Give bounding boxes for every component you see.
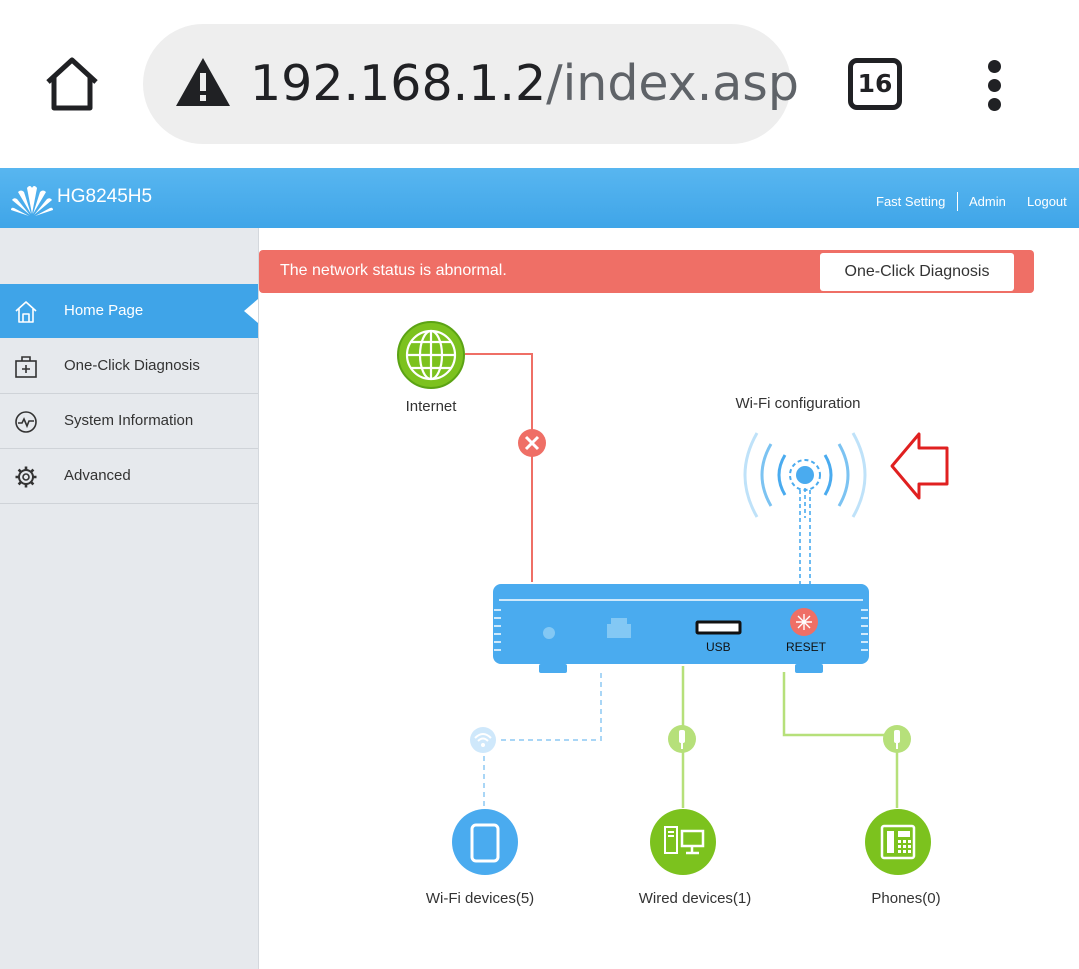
sidebar-item-label: System Information [64,412,194,429]
home-icon [15,301,37,323]
sidebar-item-one-click-diagnosis[interactable]: One-Click Diagnosis [0,339,258,394]
sidebar-item-label: Home Page [64,302,144,319]
tab-switcher-button[interactable]: 16 [848,58,902,110]
header-divider [957,192,958,211]
admin-link[interactable]: Admin [969,194,1006,209]
sidebar: Home Page One-Click Diagnosis System Inf… [0,228,259,969]
wired-plug-icon [668,725,696,753]
internet-link-line [465,353,533,582]
sidebar-item-home-page[interactable]: Home Page [0,284,258,338]
network-topology-diagram [397,321,949,875]
phones-label[interactable]: Phones(0) [871,890,940,907]
phones-link-line [782,672,899,808]
usb-label: USB [706,640,731,654]
url-host: 192.168.1.2 [250,55,547,112]
wifi-devices-label[interactable]: Wi-Fi devices(5) [426,890,534,907]
wifi-small-icon [470,727,496,753]
url-text[interactable]: 192.168.1.2/index.asp [250,52,799,116]
wired-devices-icon[interactable] [650,809,716,875]
power-port-icon [543,627,555,639]
logout-link[interactable]: Logout [1027,194,1067,209]
wifi-devices-link-line [483,673,602,808]
sidebar-item-advanced[interactable]: Advanced [0,449,258,504]
disconnected-icon [518,429,546,457]
medkit-icon [15,356,37,378]
wifi-configuration-link[interactable]: Wi-Fi configuration [735,395,860,412]
router-header: HG8245H5 Fast Setting Admin Logout [0,168,1079,228]
phone-plug-icon [883,725,911,753]
wired-devices-label[interactable]: Wired devices(1) [639,890,752,907]
warning-icon[interactable] [174,56,232,108]
wifi-antenna-line [799,488,811,584]
fast-setting-link[interactable]: Fast Setting [876,194,945,209]
more-vert-icon[interactable] [978,58,1012,111]
pulse-icon [15,411,37,433]
usb-port-icon [695,620,742,635]
wifi-devices-icon[interactable] [452,809,518,875]
reset-label: RESET [786,640,827,654]
sidebar-item-system-information[interactable]: System Information [0,394,258,449]
sidebar-item-label: Advanced [64,467,131,484]
phones-icon[interactable] [865,809,931,875]
router-model: HG8245H5 [57,186,153,207]
gear-icon [15,466,37,488]
reset-button-icon[interactable] [790,608,818,636]
internet-globe-icon[interactable] [397,321,465,389]
browser-toolbar: 192.168.1.2/index.asp 16 [0,0,1079,168]
main-content: The network status is abnormal. One-Clic… [259,228,1079,969]
sidebar-item-label: One-Click Diagnosis [64,357,200,374]
internet-label: Internet [405,398,457,415]
huawei-logo [11,186,53,216]
url-path: /index.asp [546,55,799,112]
home-icon[interactable] [40,52,104,116]
red-arrow-icon [890,432,949,500]
